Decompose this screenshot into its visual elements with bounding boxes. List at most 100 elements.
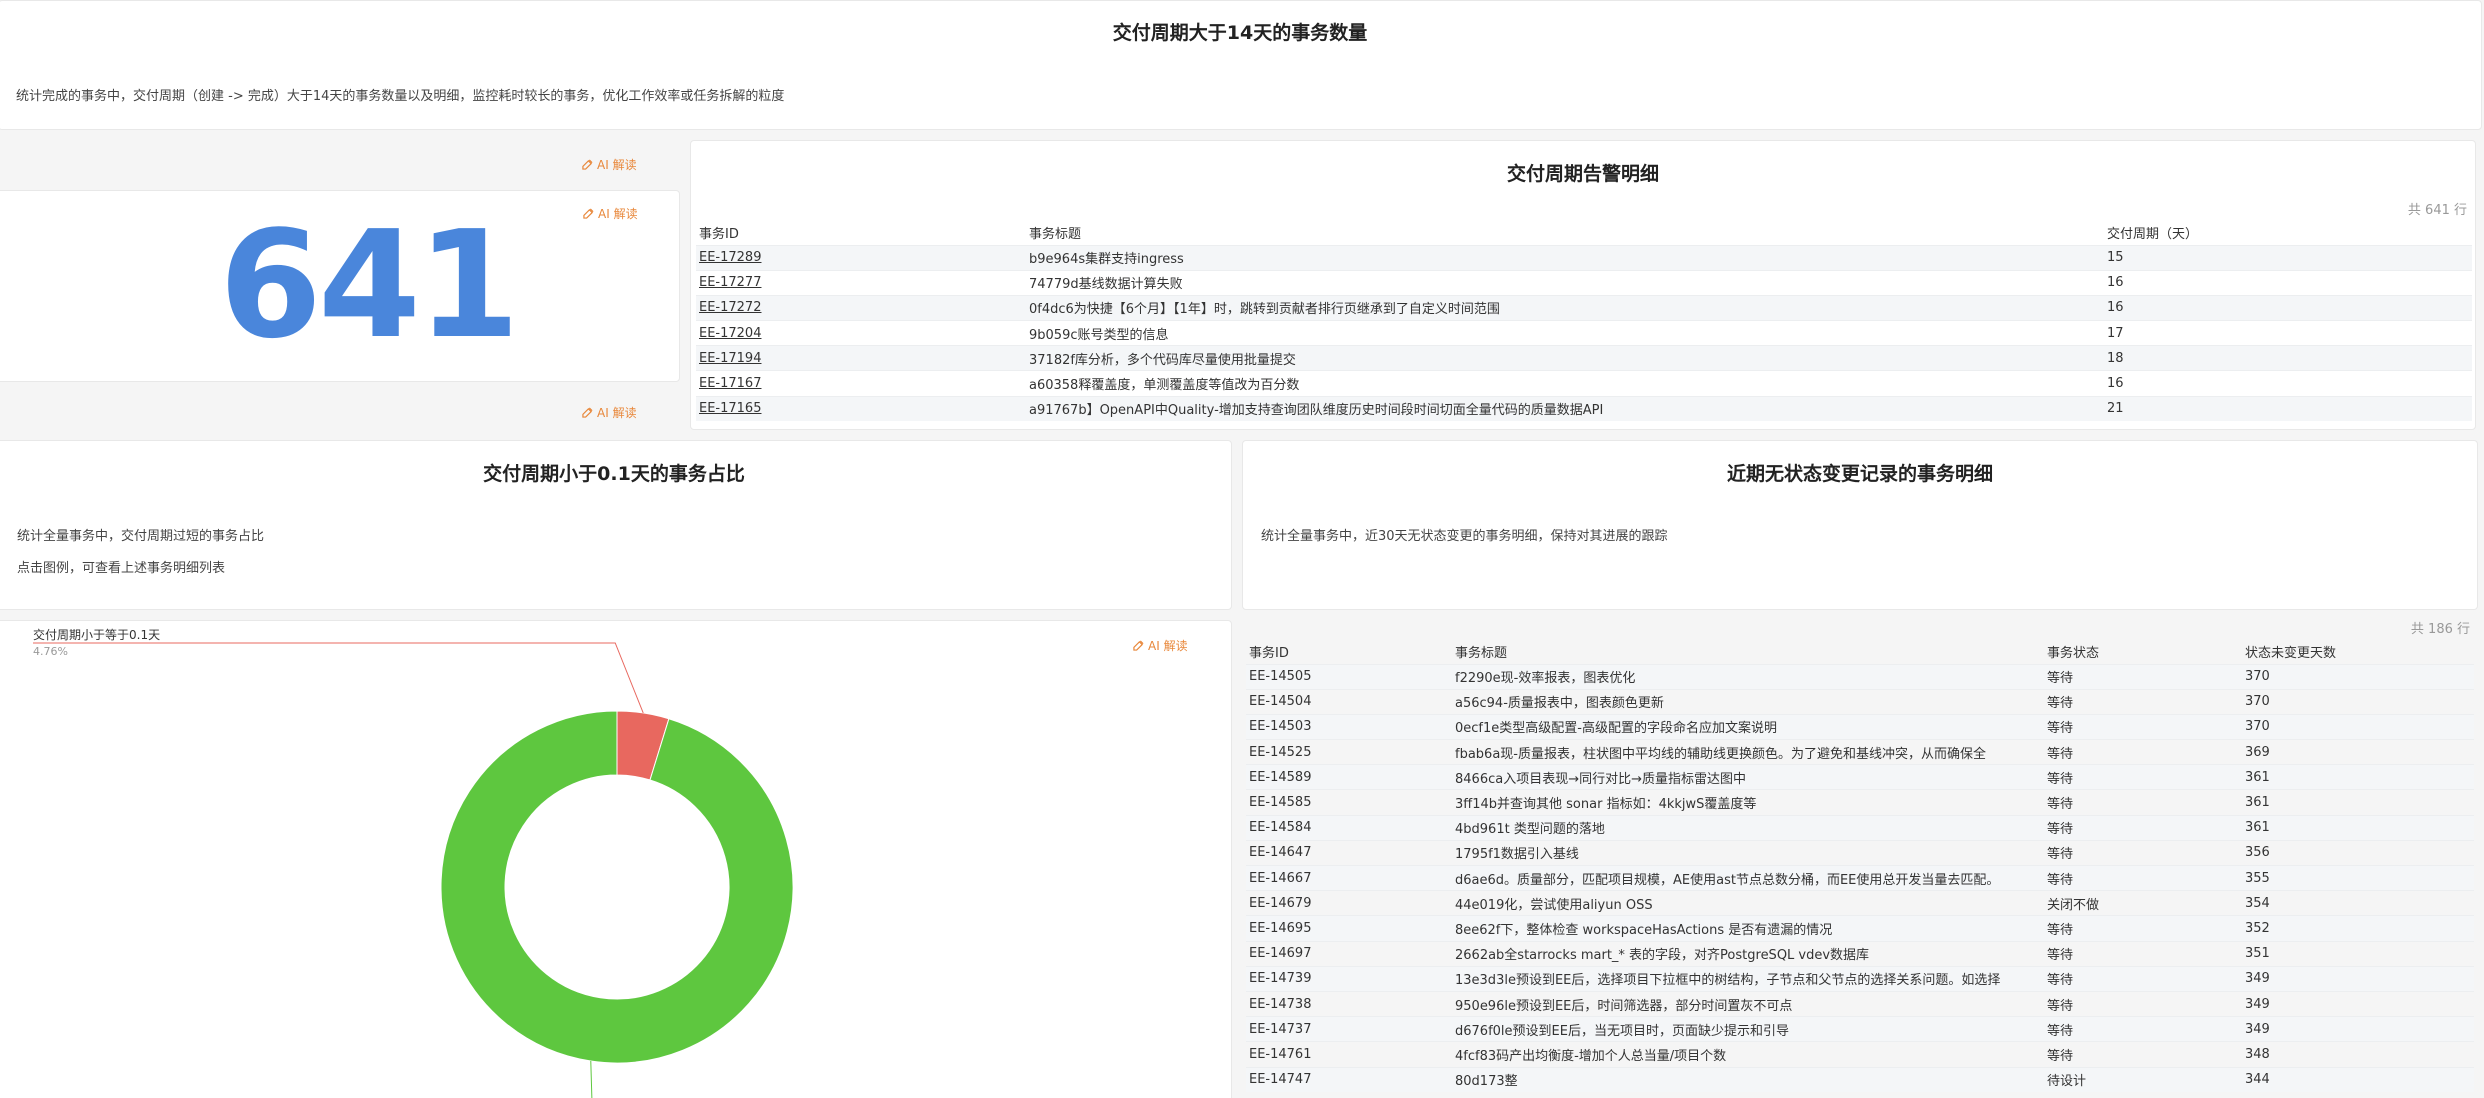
column-header-id[interactable]: 事务ID [696, 221, 1026, 245]
ai-interpret-label: AI 解读 [598, 207, 638, 221]
table-row: EE-14697 2662ab全starrocks mart_* 表的字段，对齐P… [1246, 940, 2474, 967]
stale-card-title: 近期无状态变更记录的事务明细 [1726, 463, 1993, 485]
edit-icon [582, 407, 593, 418]
cell-days: 348 [2242, 1041, 2474, 1067]
ai-interpret-button-alert[interactable]: AI 解读 [582, 404, 637, 421]
table-row: EE-17204 9b059c账号类型的信息 17 [696, 320, 2472, 346]
label-line-1 [590, 1061, 593, 1098]
table-row: EE-14504 a56c94-质量报表中，图表颜色更新 等待 370 [1246, 688, 2474, 715]
cell-title: 2662ab全starrocks mart_* 表的字段，对齐PostgreSQ… [1452, 940, 2044, 967]
donut-chart: 交付周期小于等于0.1天4.76%交付周期大于0.1天95.24% [33, 627, 794, 1098]
cell-title: 44e019化，尝试使用aliyun OSS [1452, 890, 2044, 916]
cell-days: 349 [2242, 1016, 2474, 1042]
table-row: EE-14737 d676f0le预设到EE后，当无项目时，页面缺少提示和引导 等待… [1246, 1016, 2474, 1042]
cell-title: a91767b】OpenAPI中Quality-增加支持查询团队维度历史时间段时… [1026, 395, 2104, 422]
issue-id-link[interactable]: EE-17194 [699, 351, 761, 366]
cell-id: EE-14589 [1246, 764, 1452, 790]
cell-days: 370 [2242, 713, 2474, 740]
issue-id-link[interactable]: EE-17204 [699, 326, 761, 341]
donut-slice-1[interactable] [440, 710, 794, 1064]
cell-status: 等待 [2044, 864, 2242, 891]
cell-title: 0ecf1e类型高级配置-高级配置的字段命名应加文案说明 [1452, 713, 2044, 740]
issue-id-link[interactable]: EE-17167 [699, 376, 761, 391]
header-card: 交付周期大于14天的事务数量 统计完成的事务中，交付周期（创建 -> 完成）大于… [0, 0, 2482, 130]
cell-id: EE-17204 [696, 320, 1026, 346]
cell-id: EE-14667 [1246, 864, 1452, 891]
cell-status: 等待 [2044, 940, 2242, 967]
column-header-title[interactable]: 事务标题 [1452, 640, 2044, 664]
cell-title: 8ee62f下，整体检查 workspaceHasActions 是否有遗漏的情… [1452, 915, 2044, 942]
ratio-card-description-1: 统计全量事务中，交付周期过短的事务占比 [17, 529, 265, 544]
column-header-cycle[interactable]: 交付周期（天） [2104, 221, 2472, 245]
cell-id: EE-17289 [696, 244, 1026, 271]
column-header-status[interactable]: 事务状态 [2044, 640, 2242, 664]
stale-table-header: 事务ID 事务标题 事务状态 状态未变更天数 [1246, 640, 2474, 664]
cell-title: 13e3d3le预设到EE后，选择项目下拉框中的树结构，子节点和父节点的选择关系… [1452, 965, 2044, 992]
cell-id: EE-14679 [1246, 890, 1452, 916]
count-card: AI 解读 641 [0, 190, 680, 382]
cell-days: 356 [2242, 839, 2474, 866]
cell-title: 3ff14b并查询其他 sonar 指标如：4kkjwS覆盖度等 [1452, 789, 2044, 816]
column-header-id[interactable]: 事务ID [1246, 640, 1452, 664]
cell-status: 等待 [2044, 663, 2242, 690]
cell-id: EE-14503 [1246, 713, 1452, 740]
ai-interpret-button-count[interactable]: AI 解读 [582, 156, 637, 173]
cell-days: 361 [2242, 814, 2474, 841]
slice-label-0[interactable]: 交付周期小于等于0.1天 [33, 627, 160, 642]
issue-id-link[interactable]: EE-17272 [699, 300, 761, 315]
table-row: EE-14747 80d173整 待设计 344 [1246, 1066, 2474, 1093]
cell-days: 369 [2242, 739, 2474, 765]
column-header-days[interactable]: 状态未变更天数 [2242, 640, 2474, 664]
cell-days: 354 [2242, 890, 2474, 916]
ai-interpret-button-count-inner[interactable]: AI 解读 [583, 205, 638, 222]
table-row: EE-17165 a91767b】OpenAPI中Quality-增加支持查询团队… [696, 395, 2472, 422]
table-row: EE-14739 13e3d3le预设到EE后，选择项目下拉框中的树结构，子节点和… [1246, 965, 2474, 992]
cell-title: d6ae6d。质量部分，匹配项目规模，AE使用ast节点总数分桶，而EE使用总开… [1452, 864, 2044, 891]
slice-value-0: 4.76% [33, 645, 68, 658]
cell-title: 74779d基线数据计算失败 [1026, 269, 2104, 296]
cell-title: 9b059c账号类型的信息 [1026, 320, 2104, 346]
cell-title: d676f0le预设到EE后，当无项目时，页面缺少提示和引导 [1452, 1016, 2044, 1042]
stale-table: 事务ID 事务标题 事务状态 状态未变更天数 EE-14505 f2290e现-效… [1246, 640, 2474, 1093]
table-row: EE-14505 f2290e现-效率报表，图表优化 等待 370 [1246, 663, 2474, 690]
cell-id: EE-14697 [1246, 940, 1452, 967]
cell-title: 950e96le预设到EE后，时间筛选器，部分时间置灰不可点 [1452, 990, 2044, 1017]
cell-cycle: 17 [2104, 320, 2472, 346]
header-card-title: 交付周期大于14天的事务数量 [1112, 22, 1368, 44]
edit-icon [582, 159, 593, 170]
stale-row-count: 共 186 行 [2410, 622, 2470, 637]
issue-id-link[interactable]: EE-17277 [699, 275, 761, 290]
table-row: EE-14667 d6ae6d。质量部分，匹配项目规模，AE使用ast节点总数分桶… [1246, 864, 2474, 891]
cell-days: 361 [2242, 789, 2474, 816]
issue-id-link[interactable]: EE-17289 [699, 250, 761, 265]
table-row: EE-14738 950e96le预设到EE后，时间筛选器，部分时间置灰不可点 等待… [1246, 990, 2474, 1017]
alert-row-count: 共 641 行 [2407, 203, 2467, 218]
cell-status: 关闭不做 [2044, 890, 2242, 916]
alert-table-header: 事务ID 事务标题 交付周期（天） [696, 221, 2472, 245]
cell-id: EE-14695 [1246, 915, 1452, 942]
table-row: EE-14525 fbab6a现-质量报表，柱状图中平均线的辅助线更换颜色。为了避… [1246, 739, 2474, 765]
cell-id: EE-14504 [1246, 688, 1452, 715]
table-row: EE-14761 4fcf83码产出均衡度-增加个人总当量/项目个数 等待 348 [1246, 1041, 2474, 1067]
table-row: EE-17272 0f4dc6为快捷【6个月】【1年】时，跳转到贡献者排行页继承到… [696, 294, 2472, 321]
cell-id: EE-14738 [1246, 990, 1452, 1017]
cell-id: EE-14525 [1246, 739, 1452, 765]
alert-card-title: 交付周期告警明细 [1506, 163, 1659, 185]
issue-id-link[interactable]: EE-17165 [699, 401, 761, 416]
table-row: EE-14647 1795f1数据引入基线 等待 356 [1246, 839, 2474, 866]
cell-id: EE-17194 [696, 345, 1026, 371]
cell-status: 等待 [2044, 713, 2242, 740]
table-row: EE-14585 3ff14b并查询其他 sonar 指标如：4kkjwS覆盖度等… [1246, 789, 2474, 816]
cell-status: 待设计 [2044, 1066, 2242, 1093]
column-header-title[interactable]: 事务标题 [1026, 221, 2104, 245]
cell-id: EE-14747 [1246, 1066, 1452, 1093]
table-row: EE-14679 44e019化，尝试使用aliyun OSS 关闭不做 354 [1246, 890, 2474, 916]
cell-days: 355 [2242, 864, 2474, 891]
cell-status: 等待 [2044, 814, 2242, 841]
cell-cycle: 21 [2104, 395, 2472, 422]
cell-status: 等待 [2044, 915, 2242, 942]
donut-chart-card: AI 解读 交付周期小于等于0.1天4.76%交付周期大于0.1天95.24% [0, 620, 1232, 1098]
cell-status: 等待 [2044, 965, 2242, 992]
cell-cycle: 18 [2104, 345, 2472, 371]
ratio-card-title: 交付周期小于0.1天的事务占比 [483, 463, 745, 485]
